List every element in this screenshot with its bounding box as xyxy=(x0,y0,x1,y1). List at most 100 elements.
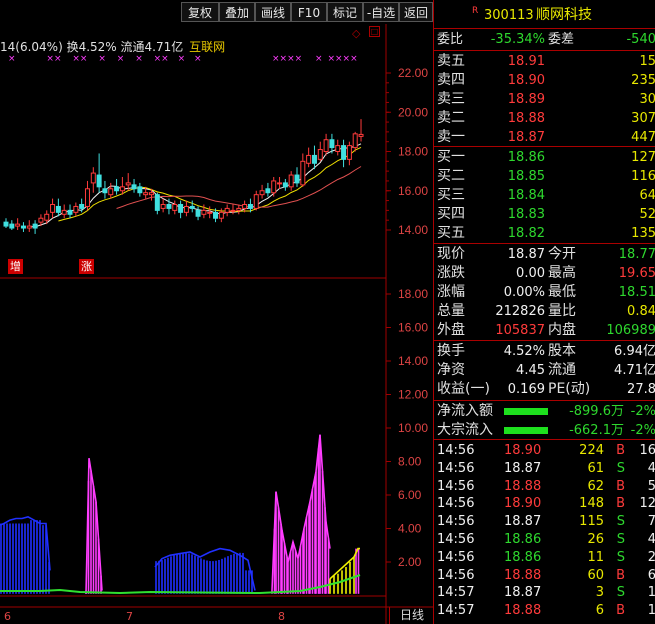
stat-value: 0.00 xyxy=(516,266,545,281)
candle-body xyxy=(108,188,114,196)
candle-body xyxy=(288,174,294,188)
candle-body xyxy=(50,203,56,213)
trade-volume: 62 xyxy=(587,478,604,494)
stat-value: 18.51 xyxy=(618,285,655,300)
stock-name: 顺网科技 xyxy=(536,7,592,23)
trade-price: 18.88 xyxy=(504,603,542,619)
trade-time: 14:56 xyxy=(437,532,475,547)
trade-price: 18.86 xyxy=(504,532,542,547)
candle-body xyxy=(119,186,125,192)
trade-side: B xyxy=(616,496,625,512)
ask-label: 卖五 xyxy=(437,53,465,69)
trade-count: 12 xyxy=(639,496,655,512)
fund-value: 6.94亿 xyxy=(614,344,655,359)
trade-time: 14:57 xyxy=(437,603,475,619)
flow-label: 净流入额 xyxy=(437,403,493,419)
ask-volume: 30 xyxy=(639,92,655,107)
candle-body xyxy=(346,145,352,160)
kline-chart[interactable]: 22.00 20.00 18.00 16.00 14.00 18.00 16.00 14.0… xyxy=(0,24,433,624)
candle-body xyxy=(218,211,224,219)
stat-row: 现价 18.87 今开 18.77 xyxy=(434,245,655,264)
trade-count: 16 xyxy=(639,443,655,458)
candle-body xyxy=(143,192,149,196)
trade-price: 18.87 xyxy=(504,460,542,476)
fundamental-row: 收益(一) 0.169 PE(动) 27.8 xyxy=(434,380,655,399)
back-button[interactable]: 返回 xyxy=(399,2,433,22)
ask-label: 卖四 xyxy=(437,72,465,88)
ask-price: 18.90 xyxy=(507,73,545,88)
ask-volume: 235 xyxy=(631,73,655,88)
candle-body xyxy=(259,190,265,196)
trade-row: 14:56 18.90 224 B 16 xyxy=(434,441,655,460)
candle-body xyxy=(90,172,96,184)
quote-panel: R 300113 顺网科技 委比 -35.34% 委差 -540 卖五 18.91… xyxy=(433,0,655,624)
ask-row: 卖五 18.91 15 xyxy=(434,52,655,71)
trade-row: 14:57 18.87 3 S 1 xyxy=(434,583,655,602)
draw-line-button[interactable]: 画线 xyxy=(255,2,291,22)
trade-side: S xyxy=(616,514,625,530)
mark-button[interactable]: 标记 xyxy=(327,2,363,22)
fuquan-button[interactable]: 复权 xyxy=(181,2,219,22)
trade-price: 18.90 xyxy=(504,496,542,512)
stat-value: 18.77 xyxy=(618,247,655,262)
f10-button[interactable]: F10 xyxy=(291,2,327,22)
indicator-tick-label: 6.00 xyxy=(398,488,422,502)
candle-body xyxy=(38,217,44,223)
candle-body xyxy=(213,211,219,219)
flow-value: -662.1万 xyxy=(569,423,624,438)
remove-watchlist-button[interactable]: -自选 xyxy=(363,2,399,22)
stat-label: 涨跌 xyxy=(437,265,465,281)
trade-time: 14:56 xyxy=(437,460,475,476)
stat-value: 18.87 xyxy=(507,247,545,262)
bid-label: 买三 xyxy=(437,187,465,203)
flow-bar xyxy=(504,427,548,434)
stat-label: 涨幅 xyxy=(437,284,465,300)
fund-value: 4.52% xyxy=(503,344,545,359)
trade-price: 18.90 xyxy=(504,443,542,458)
trade-volume: 224 xyxy=(579,443,604,458)
ask-label: 卖三 xyxy=(437,91,465,107)
fund-label: PE(动) xyxy=(548,381,591,397)
ask-price: 18.89 xyxy=(507,92,545,107)
zeng-badge: 增 xyxy=(8,259,23,274)
fund-value: 27.8 xyxy=(627,382,655,397)
trade-row: 14:56 18.87 61 S 4 xyxy=(434,459,655,478)
trade-row: 14:56 18.86 11 S 2 xyxy=(434,548,655,567)
stat-row: 外盘 105837 内盘 106989 xyxy=(434,321,655,340)
candle-body xyxy=(3,221,9,227)
indicator-tick-label: 14.00 xyxy=(398,354,428,368)
price-tick-label: 20.00 xyxy=(398,105,428,119)
candle-body xyxy=(32,223,38,229)
candle-body xyxy=(96,174,102,188)
period-label[interactable]: 日线 xyxy=(389,607,434,624)
price-tick-label: 22.00 xyxy=(398,66,428,80)
flow-pct: -2% xyxy=(630,404,655,419)
trade-side: S xyxy=(616,549,625,565)
flow-bar xyxy=(504,408,548,415)
indicator-tick-label: 18.00 xyxy=(398,287,428,301)
bid-row: 买三 18.84 64 xyxy=(434,186,655,205)
candle-body xyxy=(160,203,166,209)
trade-count: 1 xyxy=(647,585,655,601)
ask-row: 卖四 18.90 235 xyxy=(434,71,655,90)
trade-time: 14:56 xyxy=(437,549,475,565)
zhang-badge: 涨 xyxy=(79,259,94,274)
stat-row: 总量 212826 量比 0.84 xyxy=(434,302,655,321)
price-tick-label: 16.00 xyxy=(398,184,428,198)
trade-volume: 6 xyxy=(595,603,604,619)
fund-value: 0.169 xyxy=(507,382,545,397)
ask-volume: 307 xyxy=(631,111,655,126)
candle-body xyxy=(26,225,32,229)
fund-label: 股本 xyxy=(548,343,576,359)
ask-price: 18.88 xyxy=(507,111,545,126)
price-tick-label: 14.00 xyxy=(398,223,428,237)
candle-body xyxy=(149,192,154,196)
price-tick-label: 18.00 xyxy=(398,145,428,159)
stat-label: 总量 xyxy=(437,303,465,319)
candle-body xyxy=(154,194,160,211)
bid-row: 买四 18.83 52 xyxy=(434,205,655,224)
stat-value: 0.00% xyxy=(503,285,545,300)
overlay-button[interactable]: 叠加 xyxy=(219,2,255,22)
trade-volume: 26 xyxy=(587,532,604,547)
ask-label: 卖一 xyxy=(437,129,465,145)
